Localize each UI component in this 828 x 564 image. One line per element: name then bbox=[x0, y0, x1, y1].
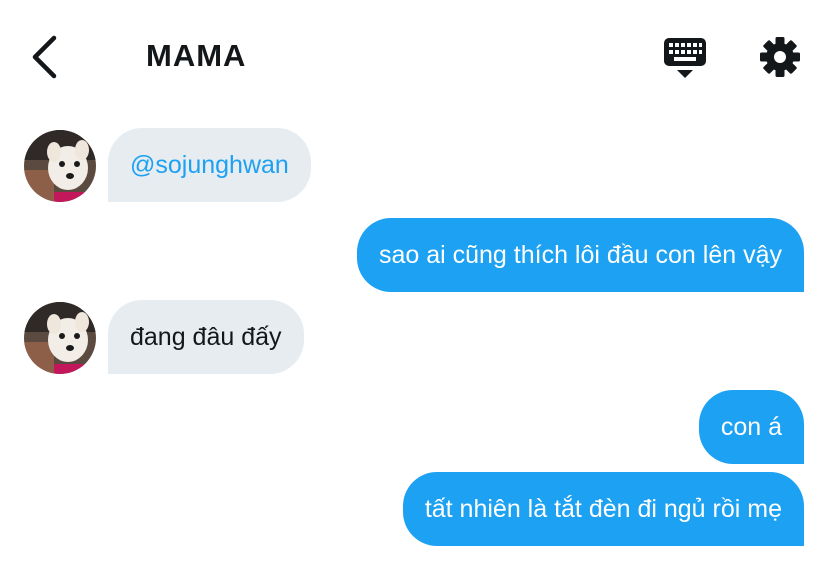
keyboard-icon bbox=[664, 38, 706, 78]
message-bubble-outgoing[interactable]: sao ai cũng thích lôi đầu con lên vậy bbox=[356, 218, 804, 292]
back-button[interactable] bbox=[26, 34, 66, 80]
message-bubble-outgoing[interactable]: tất nhiên là tắt đèn đi ngủ rồi mẹ bbox=[402, 472, 804, 546]
settings-button[interactable] bbox=[758, 35, 802, 79]
chevron-left-icon bbox=[32, 35, 57, 79]
gear-icon bbox=[760, 37, 800, 77]
dog-avatar-image bbox=[24, 130, 96, 202]
message-bubble-incoming[interactable]: đang đâu đấy bbox=[108, 300, 304, 374]
message-bubble-outgoing[interactable]: con á bbox=[698, 390, 804, 464]
avatar[interactable] bbox=[24, 130, 96, 202]
conversation-header: MAMA bbox=[0, 0, 828, 110]
page-title: MAMA bbox=[146, 38, 247, 73]
message-text: sao ai cũng thích lôi đầu con lên vậy bbox=[378, 241, 782, 269]
keyboard-button[interactable] bbox=[662, 36, 708, 80]
message-bubble-incoming[interactable]: @sojunghwan bbox=[108, 128, 311, 202]
dog-avatar-image bbox=[24, 302, 96, 374]
message-text: tất nhiên là tắt đèn đi ngủ rồi mẹ bbox=[424, 495, 782, 523]
mention-link[interactable]: @sojunghwan bbox=[130, 151, 289, 179]
message-text: con á bbox=[720, 413, 782, 441]
message-text: đang đâu đấy bbox=[130, 323, 282, 351]
avatar[interactable] bbox=[24, 302, 96, 374]
